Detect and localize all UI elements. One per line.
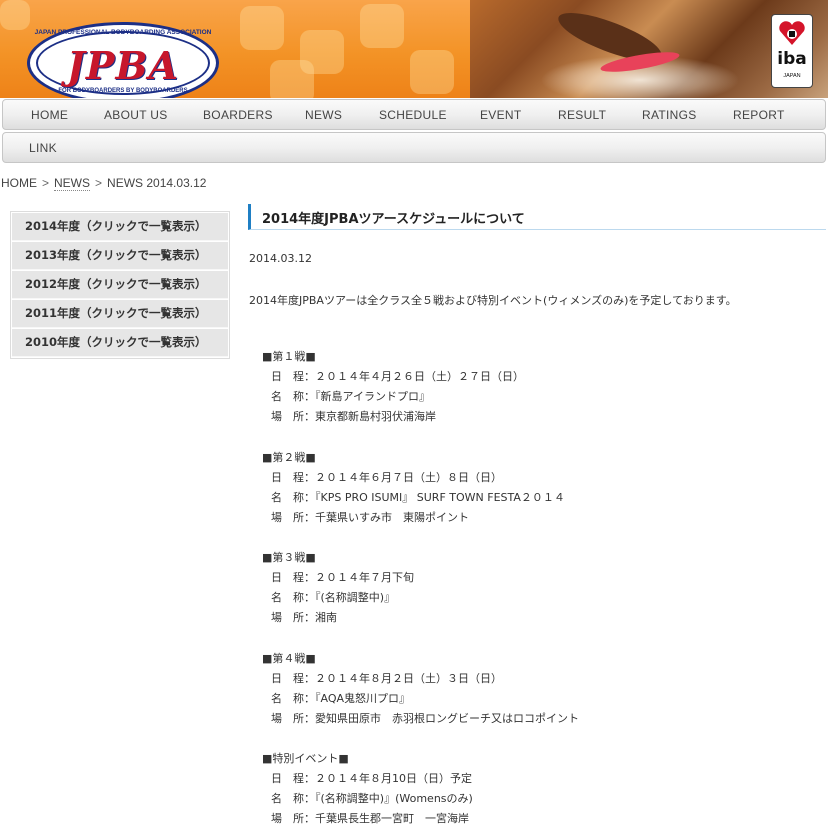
sidebar-item-2013[interactable]: 2013年度（クリックで一覧表示）	[12, 242, 228, 270]
nav-schedule[interactable]: SCHEDULE	[379, 108, 447, 122]
year-archive-sidebar: 2014年度（クリックで一覧表示） 2013年度（クリックで一覧表示） 2012…	[10, 211, 230, 359]
event-date: 日 程：２０１４年８月10日（日）予定	[271, 772, 472, 785]
site-header: JAPAN PROFESSIONAL BODYBOARDING ASSOCIAT…	[0, 0, 828, 98]
event-place: 場 所：千葉県いすみ市 東陽ポイント	[271, 511, 469, 524]
event-name: 名 称：『新島アイランドプロ』	[271, 390, 430, 403]
event-heading: ■第１戦■	[262, 350, 316, 363]
breadcrumb: HOME > NEWS > NEWS 2014.03.12	[1, 176, 207, 191]
sidebar-item-2014[interactable]: 2014年度（クリックで一覧表示）	[12, 213, 228, 241]
event-date: 日 程：２０１４年８月２日（土）３日（日）	[271, 672, 502, 685]
sidebar-item-2010[interactable]: 2010年度（クリックで一覧表示）	[12, 329, 228, 357]
logo-wordmark: JPBA	[66, 43, 180, 88]
logo-tagline-bottom: FOR BODYBOARDERS BY BODYBOARDERS	[58, 88, 188, 94]
event-name: 名 称：『KPS PRO ISUMI』 SURF TOWN FESTA２０１４	[271, 491, 565, 504]
event-place: 場 所：湘南	[271, 611, 337, 624]
main-nav: HOME ABOUT US BOARDERS NEWS SCHEDULE EVE…	[2, 99, 826, 130]
secondary-nav: LINK	[2, 132, 826, 163]
nav-boarders[interactable]: BOARDERS	[203, 108, 273, 122]
article-date: 2014.03.12	[249, 252, 312, 265]
event-place: 場 所：東京都新島村羽伏浦海岸	[271, 410, 436, 423]
nav-report[interactable]: REPORT	[733, 108, 785, 122]
logo-tagline-top: JAPAN PROFESSIONAL BODYBOARDING ASSOCIAT…	[34, 29, 212, 36]
article-title: 2014年度JPBAツアースケジュールについて	[248, 204, 826, 230]
event-block: ■第２戦■ 日 程：２０１４年６月７日（土）８日（日） 名 称：『KPS PRO…	[262, 448, 565, 528]
event-heading: ■第３戦■	[262, 551, 316, 564]
event-date: 日 程：２０１４年４月２６日（土）２７日（日）	[271, 370, 524, 383]
event-name: 名 称：『(名称調整中)』	[271, 591, 396, 604]
breadcrumb-current: NEWS 2014.03.12	[107, 176, 207, 190]
sidebar-item-2011[interactable]: 2011年度（クリックで一覧表示）	[12, 300, 228, 328]
sidebar-item-2012[interactable]: 2012年度（クリックで一覧表示）	[12, 271, 228, 299]
event-heading: ■第４戦■	[262, 652, 316, 665]
nav-result[interactable]: RESULT	[558, 108, 606, 122]
event-place: 場 所：愛知県田原市 赤羽根ロングビーチ又はロコポイント	[271, 712, 579, 725]
nav-ratings[interactable]: RATINGS	[642, 108, 697, 122]
event-date: 日 程：２０１４年７月下旬	[271, 571, 414, 584]
breadcrumb-news[interactable]: NEWS	[54, 176, 91, 191]
event-name: 名 称：『AQA鬼怒川プロ』	[271, 692, 411, 705]
article-title-text: 2014年度JPBAツアースケジュールについて	[262, 212, 525, 227]
breadcrumb-separator: >	[42, 176, 50, 190]
nav-link[interactable]: LINK	[29, 141, 57, 155]
nav-home[interactable]: HOME	[31, 108, 68, 122]
event-block: ■第１戦■ 日 程：２０１４年４月２６日（土）２７日（日） 名 称：『新島アイラ…	[262, 347, 524, 427]
iba-badge-sub: JAPAN	[783, 73, 801, 79]
breadcrumb-separator: >	[95, 176, 103, 190]
event-heading: ■第２戦■	[262, 451, 316, 464]
nav-event[interactable]: EVENT	[480, 108, 522, 122]
iba-emblem-icon	[779, 21, 805, 45]
article-intro: 2014年度JPBAツアーは全クラス全５戦および特別イベント(ウィメンズのみ)を…	[249, 294, 737, 307]
iba-badge-text: iba	[777, 49, 807, 69]
event-block: ■特別イベント■ 日 程：２０１４年８月10日（日）予定 名 称：『(名称調整中…	[262, 749, 473, 829]
nav-news[interactable]: NEWS	[305, 108, 342, 122]
event-heading: ■特別イベント■	[262, 752, 349, 765]
breadcrumb-home[interactable]: HOME	[1, 176, 37, 190]
event-block: ■第３戦■ 日 程：２０１４年７月下旬 名 称：『(名称調整中)』 場 所：湘南	[262, 548, 414, 628]
jpba-logo[interactable]: JAPAN PROFESSIONAL BODYBOARDING ASSOCIAT…	[27, 22, 219, 98]
event-block: ■第４戦■ 日 程：２０１４年８月２日（土）３日（日） 名 称：『AQA鬼怒川プ…	[262, 649, 579, 729]
event-place: 場 所：千葉県長生郡一宮町 一宮海岸	[271, 812, 469, 825]
event-name: 名 称：『(名称調整中)』(Womensのみ)	[271, 792, 473, 805]
iba-badge[interactable]: iba JAPAN	[771, 14, 813, 88]
nav-about-us[interactable]: ABOUT US	[104, 108, 168, 122]
event-date: 日 程：２０１４年６月７日（土）８日（日）	[271, 471, 502, 484]
